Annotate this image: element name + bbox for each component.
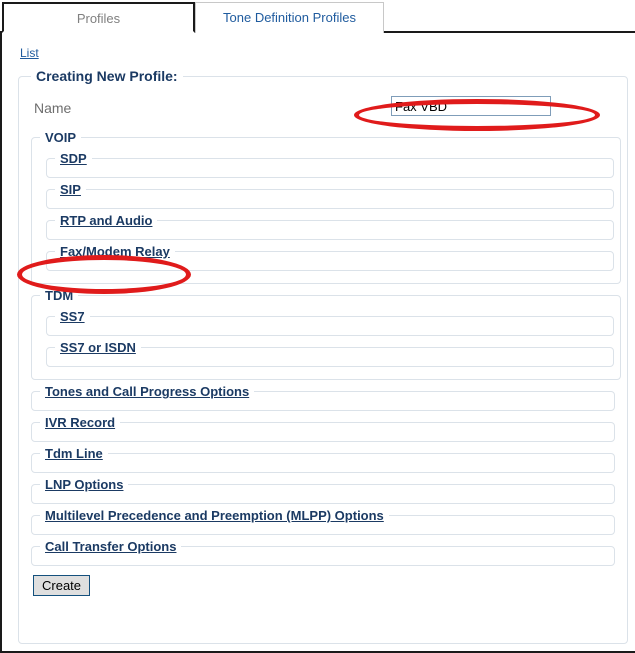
voip-section-sdp: SDP [46, 151, 614, 178]
voip-section-fax-modem-relay: Fax/Modem Relay [46, 244, 614, 271]
list-link[interactable]: List [20, 46, 39, 60]
tdm-section-ss7-or-isdn: SS7 or ISDN [46, 340, 614, 367]
tab-profiles-label: Profiles [76, 11, 121, 26]
tdm-group: TDM SS7 SS7 or ISDN [31, 288, 621, 380]
name-input[interactable] [391, 96, 551, 116]
section-call-transfer-options: Call Transfer Options [31, 539, 615, 566]
tab-tone-definition-profiles[interactable]: Tone Definition Profiles [195, 2, 384, 33]
link-ivr-record[interactable]: IVR Record [40, 415, 120, 430]
section-tones-and-call-progress-options: Tones and Call Progress Options [31, 384, 615, 411]
link-call-transfer-options[interactable]: Call Transfer Options [40, 539, 181, 554]
name-row: Name [25, 94, 621, 128]
link-ss7[interactable]: SS7 [55, 309, 90, 324]
link-sdp[interactable]: SDP [55, 151, 92, 166]
link-lnp-options[interactable]: LNP Options [40, 477, 128, 492]
link-tones-and-call-progress-options[interactable]: Tones and Call Progress Options [40, 384, 254, 399]
link-sip[interactable]: SIP [55, 182, 86, 197]
create-button[interactable]: Create [33, 575, 91, 596]
tab-tone-definition-profiles-label: Tone Definition Profiles [223, 10, 356, 25]
creating-new-profile-legend: Creating New Profile: [36, 68, 178, 84]
section-tdm-line: Tdm Line [31, 446, 615, 473]
tdm-legend: TDM [45, 288, 74, 303]
breadcrumb: List [2, 33, 635, 60]
voip-section-sip: SIP [46, 182, 614, 209]
section-mlpp-options: Multilevel Precedence and Preemption (ML… [31, 508, 615, 535]
content-panel: List Creating New Profile: Name VOIP SDP… [0, 33, 635, 653]
link-tdm-line[interactable]: Tdm Line [40, 446, 108, 461]
tdm-section-ss7: SS7 [46, 309, 614, 336]
link-fax-modem-relay[interactable]: Fax/Modem Relay [55, 244, 175, 259]
section-ivr-record: IVR Record [31, 415, 615, 442]
tab-profiles[interactable]: Profiles [2, 2, 195, 33]
name-label: Name [34, 100, 72, 116]
creating-new-profile-fieldset: Creating New Profile: Name VOIP SDP SIP … [18, 68, 628, 644]
voip-section-rtp-and-audio: RTP and Audio [46, 213, 614, 240]
voip-group: VOIP SDP SIP RTP and Audio Fax/Modem Rel… [31, 130, 621, 284]
section-lnp-options: LNP Options [31, 477, 615, 504]
link-mlpp-options[interactable]: Multilevel Precedence and Preemption (ML… [40, 508, 389, 523]
button-row: Create [33, 575, 621, 596]
voip-legend: VOIP [45, 130, 77, 145]
link-rtp-and-audio[interactable]: RTP and Audio [55, 213, 157, 228]
tab-bar: Profiles Tone Definition Profiles [0, 0, 635, 33]
link-ss7-or-isdn[interactable]: SS7 or ISDN [55, 340, 141, 355]
